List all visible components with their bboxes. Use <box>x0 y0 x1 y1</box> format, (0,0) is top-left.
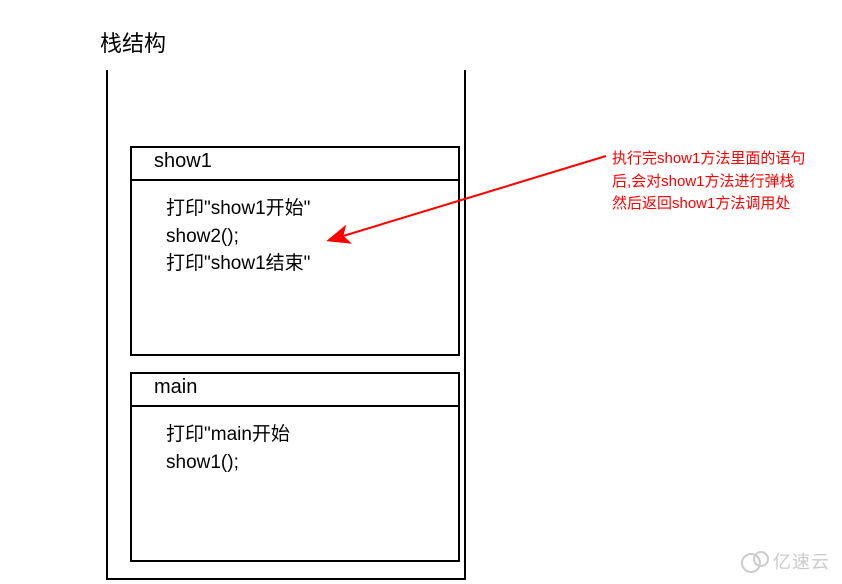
diagram-title: 栈结构 <box>100 26 166 58</box>
frame-body: 打印"show1开始" show2(); 打印"show1结束" <box>132 181 458 278</box>
code-line: 打印"show1开始" <box>166 195 458 223</box>
annotation-text: 执行完show1方法里面的语句 后,会对show1方法进行弹栈 然后返回show… <box>612 148 822 216</box>
frame-body: 打印"main开始 show1(); <box>132 407 458 476</box>
cloud-icon <box>741 551 767 571</box>
watermark: 亿速云 <box>741 548 830 574</box>
annotation-line: 然后返回show1方法调用处 <box>612 193 822 216</box>
watermark-text: 亿速云 <box>773 548 830 574</box>
code-line: show2(); <box>166 223 458 251</box>
code-line: 打印"show1结束" <box>166 250 458 278</box>
code-line: 打印"main开始 <box>166 421 458 449</box>
stack-frame-main: main 打印"main开始 show1(); <box>130 372 460 562</box>
annotation-line: 执行完show1方法里面的语句 <box>612 148 822 171</box>
frame-name: show1 <box>132 148 458 181</box>
code-line: show1(); <box>166 449 458 477</box>
stack-frame-show1: show1 打印"show1开始" show2(); 打印"show1结束" <box>130 146 460 356</box>
frame-name: main <box>132 374 458 407</box>
annotation-line: 后,会对show1方法进行弹栈 <box>612 171 822 194</box>
